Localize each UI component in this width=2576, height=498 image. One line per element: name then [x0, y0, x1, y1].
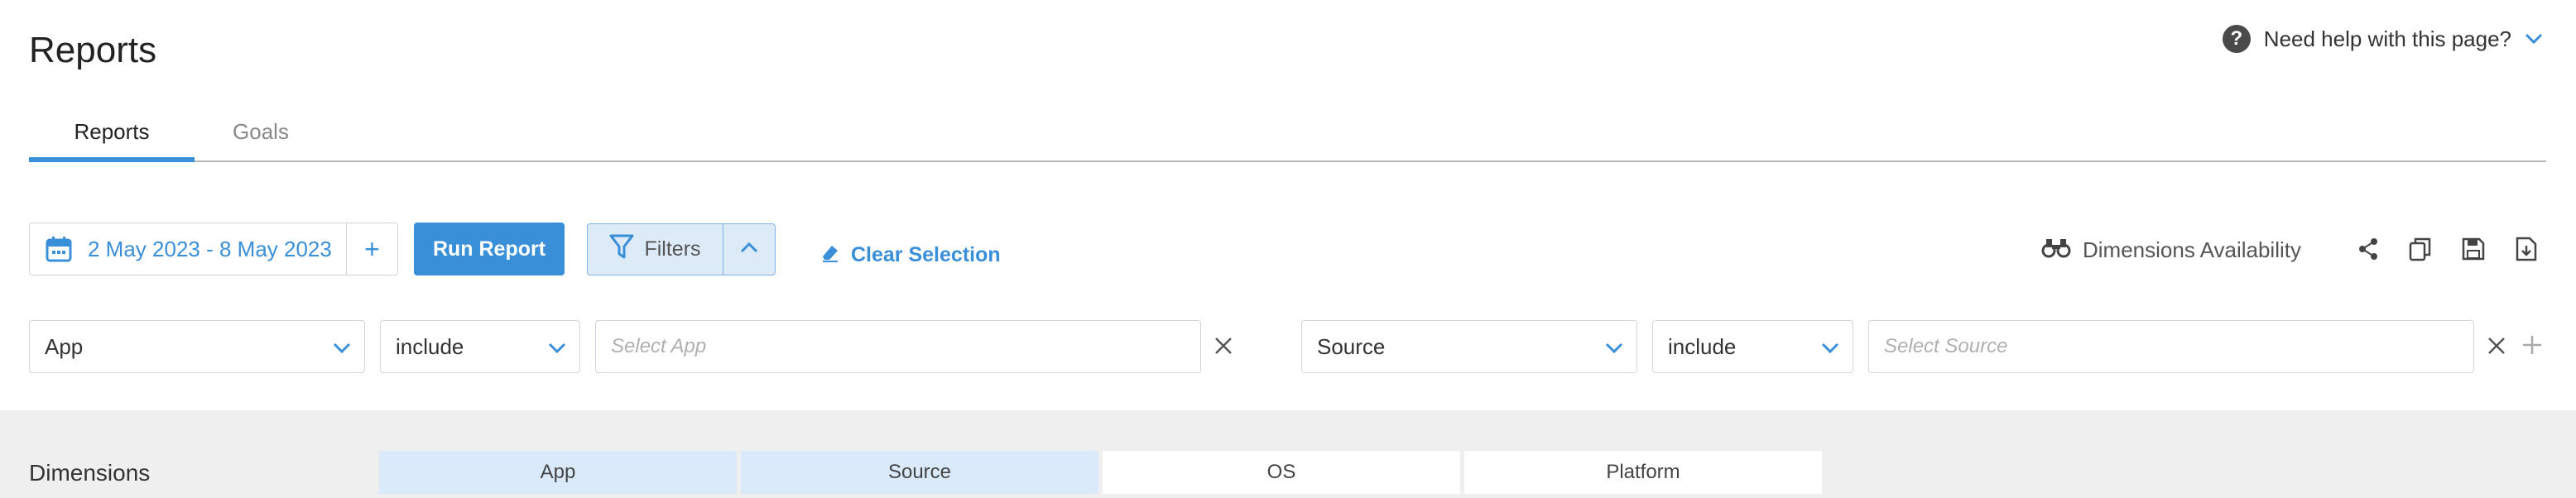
- clear-selection-link[interactable]: Clear Selection: [819, 242, 1001, 269]
- tab-goals[interactable]: Goals: [195, 116, 327, 162]
- tab-bar: Reports Goals: [29, 116, 2546, 162]
- run-report-button[interactable]: Run Report: [414, 223, 565, 275]
- dimensions-availability-button[interactable]: Dimensions Availability: [2041, 237, 2301, 264]
- save-icon[interactable]: [2461, 237, 2486, 261]
- page-title: Reports: [29, 30, 157, 70]
- download-icon[interactable]: [2514, 237, 2539, 261]
- dimension-chip-source[interactable]: Source: [741, 451, 1098, 494]
- filters-collapse-button[interactable]: [723, 224, 775, 275]
- add-filter-button[interactable]: [2518, 331, 2546, 359]
- operator-select-value: include: [1668, 333, 1737, 359]
- dimension-select-source[interactable]: Source: [1301, 320, 1637, 373]
- filters-label: Filters: [644, 237, 701, 261]
- operator-select-value: include: [396, 333, 464, 359]
- help-dropdown[interactable]: ? Need help with this page?: [2222, 25, 2543, 53]
- remove-filter-source-button[interactable]: [2484, 333, 2509, 358]
- copy-icon[interactable]: [2408, 237, 2433, 261]
- chevron-up-icon: [740, 242, 758, 257]
- date-range-text: 2 May 2023 - 8 May 2023: [88, 236, 332, 261]
- chevron-down-icon: [2525, 28, 2543, 50]
- dimension-select-value: App: [45, 333, 84, 359]
- dimension-select-value: Source: [1317, 333, 1386, 359]
- share-icon[interactable]: [2356, 237, 2381, 261]
- dimension-chip-app[interactable]: App: [379, 451, 737, 494]
- dimensions-availability-label: Dimensions Availability: [2083, 237, 2301, 262]
- dimension-chip-os[interactable]: OS: [1103, 451, 1460, 494]
- operator-select-app[interactable]: include: [380, 320, 580, 373]
- app-value-input[interactable]: Select App: [595, 320, 1201, 373]
- dimension-select-app[interactable]: App: [29, 320, 365, 373]
- chevron-down-icon: [1821, 334, 1839, 360]
- chevron-down-icon: [333, 334, 351, 360]
- chevron-down-icon: [548, 334, 566, 360]
- filters-control: Filters: [587, 223, 776, 275]
- eraser-icon: [819, 242, 841, 269]
- calendar-icon: [30, 235, 88, 263]
- remove-filter-app-button[interactable]: [1211, 333, 1236, 358]
- add-date-range-button[interactable]: +: [346, 223, 397, 275]
- tab-reports[interactable]: Reports: [29, 116, 195, 162]
- chevron-down-icon: [1605, 334, 1623, 360]
- operator-select-source[interactable]: include: [1652, 320, 1853, 373]
- filters-button[interactable]: Filters: [588, 224, 723, 275]
- question-icon: ?: [2222, 25, 2251, 53]
- clear-selection-label: Clear Selection: [851, 243, 1001, 266]
- binoculars-icon: [2041, 237, 2071, 264]
- dimension-chip-platform[interactable]: Platform: [1464, 451, 1822, 494]
- help-text: Need help with this page?: [2263, 26, 2511, 51]
- source-value-input[interactable]: Select Source: [1868, 320, 2474, 373]
- funnel-icon: [609, 233, 634, 266]
- dimensions-label: Dimensions: [29, 460, 151, 486]
- date-range-picker[interactable]: 2 May 2023 - 8 May 2023 +: [29, 223, 398, 275]
